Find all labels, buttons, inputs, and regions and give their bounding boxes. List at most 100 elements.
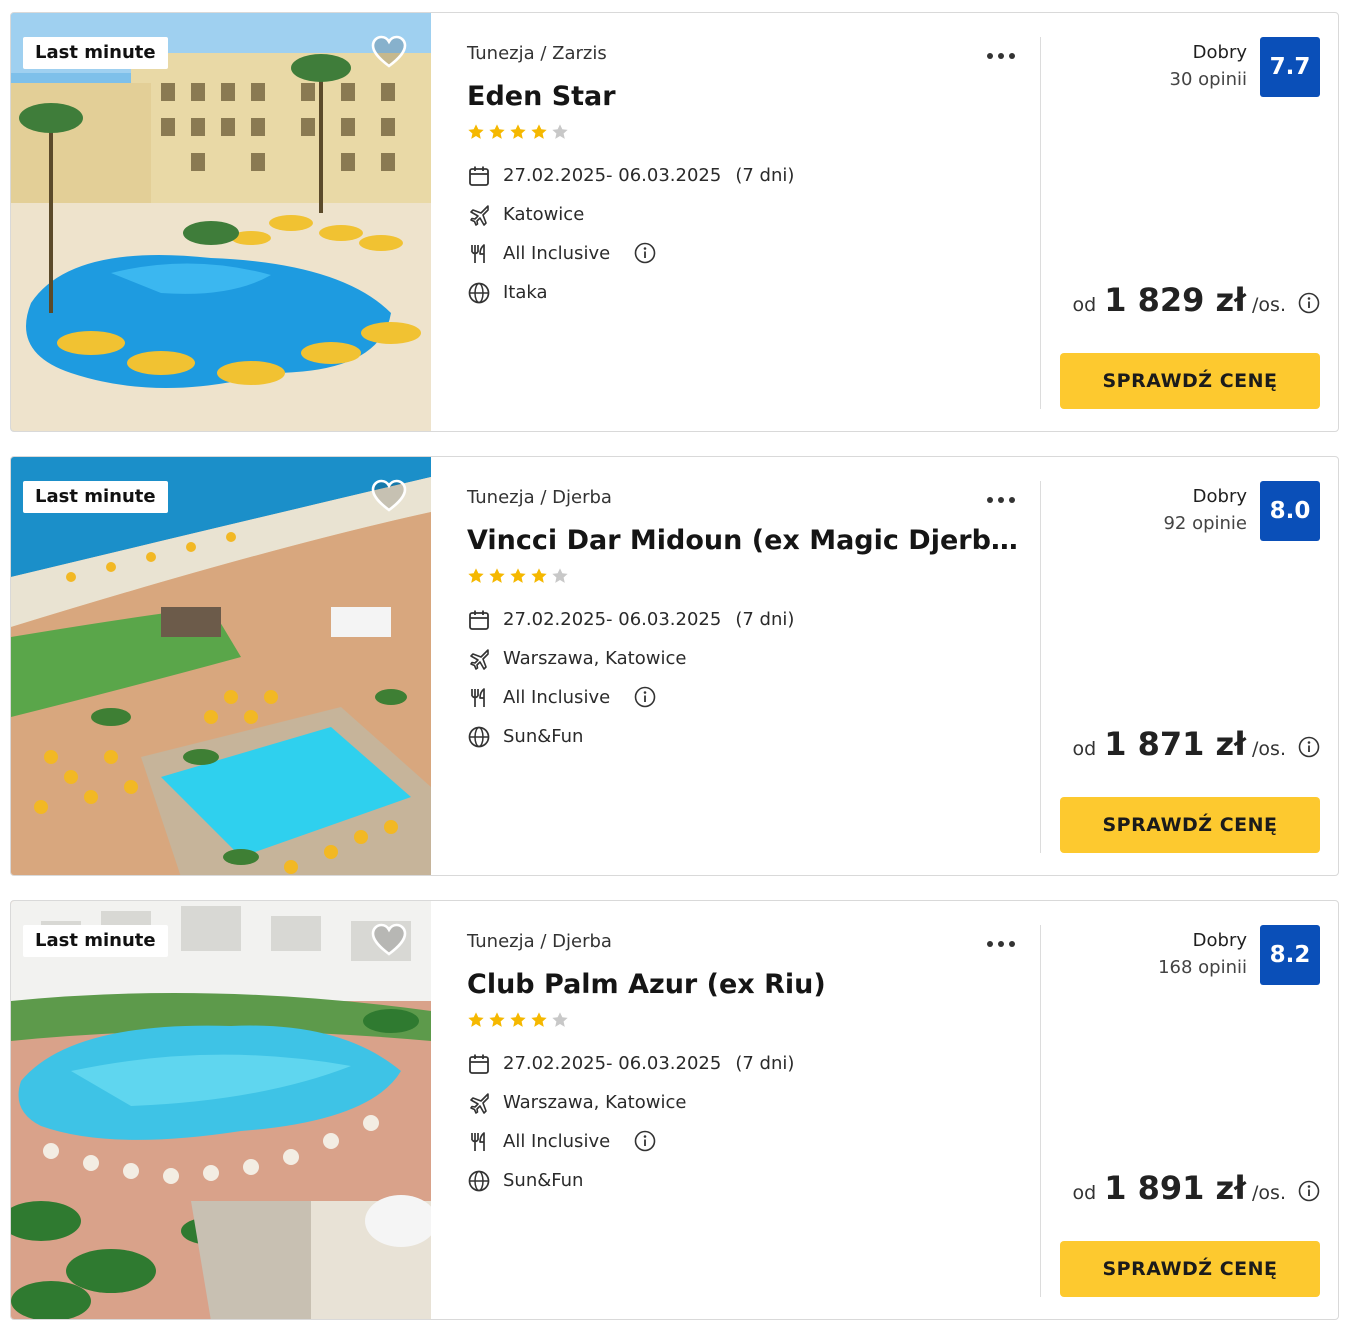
price-suffix: /os.: [1252, 1182, 1286, 1204]
last-minute-badge: Last minute: [23, 37, 168, 69]
offer-price: od 1 891 zł/os.: [1073, 1169, 1321, 1213]
beach-resort-photo-icon: [11, 457, 431, 875]
offer-card[interactable]: Last minute Tunezja / Zarzis Eden Star 2…: [10, 12, 1339, 432]
review-count[interactable]: 168 opinii: [1158, 954, 1247, 981]
column-divider: [1040, 925, 1041, 1297]
price-info-icon[interactable]: [1298, 1180, 1320, 1202]
hotel-name[interactable]: Club Palm Azur (ex Riu): [467, 969, 1019, 1000]
board-info-icon[interactable]: [634, 686, 656, 708]
board-type: All Inclusive: [503, 687, 611, 708]
offer-info: Tunezja / Zarzis Eden Star 27.02.2025- 0…: [467, 13, 1027, 431]
more-options-icon[interactable]: [983, 41, 1019, 69]
favorite-heart-icon[interactable]: [371, 479, 407, 513]
star-empty-icon: [552, 124, 568, 139]
cutlery-icon: [471, 688, 485, 707]
column-divider: [1040, 37, 1041, 409]
board-info-icon[interactable]: [634, 1130, 656, 1152]
star-empty-icon: [552, 1012, 568, 1027]
star-filled-icon: [489, 124, 505, 139]
resort-pool-photo-icon: [11, 901, 431, 1319]
board-type: All Inclusive: [503, 243, 611, 264]
star-filled-icon: [489, 1012, 505, 1027]
check-price-button[interactable]: SPRAWDŹ CENĘ: [1060, 797, 1320, 853]
price-info-icon[interactable]: [1298, 292, 1320, 314]
tour-operator: Sun&Fun: [503, 726, 584, 747]
hotel-pool-photo-icon: [11, 13, 431, 431]
last-minute-badge: Last minute: [23, 481, 168, 513]
departure-city: Katowice: [503, 204, 585, 225]
offer-card[interactable]: Last minute Tunezja / Djerba Club Palm A…: [10, 900, 1339, 1320]
offer-date-range: 27.02.2025- 06.03.2025: [503, 165, 722, 186]
calendar-icon: [469, 166, 489, 186]
hotel-stars: [467, 1011, 572, 1031]
offer-price: od 1 871 zł/os.: [1073, 725, 1321, 769]
rating-word: Dobry: [1192, 930, 1247, 951]
offer-price: od 1 829 zł/os.: [1073, 281, 1321, 325]
price-amount: 1 871 zł: [1104, 725, 1247, 763]
last-minute-badge: Last minute: [23, 925, 168, 957]
star-filled-icon: [510, 1012, 526, 1027]
price-prefix: od: [1072, 1182, 1097, 1204]
rating-summary: Dobry 30 opinii: [1170, 39, 1247, 93]
cutlery-icon: [471, 244, 485, 263]
star-filled-icon: [531, 1012, 547, 1027]
tour-operator: Itaka: [503, 282, 548, 303]
plane-icon: [470, 1093, 489, 1114]
star-filled-icon: [531, 568, 547, 583]
plane-icon: [470, 649, 489, 670]
rating-score: 8.0: [1260, 481, 1320, 541]
star-filled-icon: [468, 568, 484, 583]
hotel-name[interactable]: Eden Star: [467, 81, 1019, 112]
star-filled-icon: [531, 124, 547, 139]
board-info-icon[interactable]: [634, 242, 656, 264]
offer-location: Tunezja / Djerba: [467, 487, 612, 508]
review-count[interactable]: 92 opinie: [1163, 510, 1247, 537]
rating-summary: Dobry 168 opinii: [1158, 927, 1247, 981]
price-amount: 1 829 zł: [1104, 281, 1247, 319]
hotel-photo[interactable]: Last minute: [11, 457, 431, 875]
calendar-icon: [469, 1054, 489, 1074]
star-filled-icon: [510, 124, 526, 139]
offer-duration: (7 dni): [735, 609, 795, 630]
price-prefix: od: [1072, 738, 1097, 760]
offer-date-range: 27.02.2025- 06.03.2025: [503, 1053, 722, 1074]
rating-score: 8.2: [1260, 925, 1320, 985]
departure-city: Warszawa, Katowice: [503, 648, 687, 669]
price-info-icon[interactable]: [1298, 736, 1320, 758]
column-divider: [1040, 481, 1041, 853]
favorite-heart-icon[interactable]: [371, 923, 407, 957]
review-count[interactable]: 30 opinii: [1170, 66, 1247, 93]
offer-duration: (7 dni): [735, 1053, 795, 1074]
check-price-button[interactable]: SPRAWDŹ CENĘ: [1060, 353, 1320, 409]
hotel-photo[interactable]: Last minute: [11, 901, 431, 1319]
more-options-icon[interactable]: [983, 485, 1019, 513]
price-suffix: /os.: [1252, 294, 1286, 316]
hotel-name[interactable]: Vincci Dar Midoun (ex Magic Djerba M...: [467, 525, 1019, 556]
check-price-button[interactable]: SPRAWDŹ CENĘ: [1060, 1241, 1320, 1297]
rating-word: Dobry: [1192, 486, 1247, 507]
globe-icon: [468, 282, 490, 304]
offer-duration: (7 dni): [735, 165, 795, 186]
star-filled-icon: [468, 1012, 484, 1027]
rating-score: 7.7: [1260, 37, 1320, 97]
offer-list: Last minute Tunezja / Zarzis Eden Star 2…: [0, 0, 1348, 1332]
tour-operator: Sun&Fun: [503, 1170, 584, 1191]
price-amount: 1 891 zł: [1104, 1169, 1247, 1207]
offer-location: Tunezja / Zarzis: [467, 43, 607, 64]
offer-date-range: 27.02.2025- 06.03.2025: [503, 609, 722, 630]
favorite-heart-icon[interactable]: [371, 35, 407, 69]
more-options-icon[interactable]: [983, 929, 1019, 957]
board-type: All Inclusive: [503, 1131, 611, 1152]
hotel-photo[interactable]: Last minute: [11, 13, 431, 431]
hotel-stars: [467, 123, 572, 143]
price-prefix: od: [1072, 294, 1097, 316]
offer-card[interactable]: Last minute Tunezja / Djerba Vincci Dar …: [10, 456, 1339, 876]
offer-location: Tunezja / Djerba: [467, 931, 612, 952]
price-suffix: /os.: [1252, 738, 1286, 760]
cutlery-icon: [471, 1132, 485, 1151]
star-filled-icon: [468, 124, 484, 139]
offer-info: Tunezja / Djerba Club Palm Azur (ex Riu)…: [467, 901, 1027, 1319]
globe-icon: [468, 726, 490, 748]
hotel-stars: [467, 567, 572, 587]
calendar-icon: [469, 610, 489, 630]
